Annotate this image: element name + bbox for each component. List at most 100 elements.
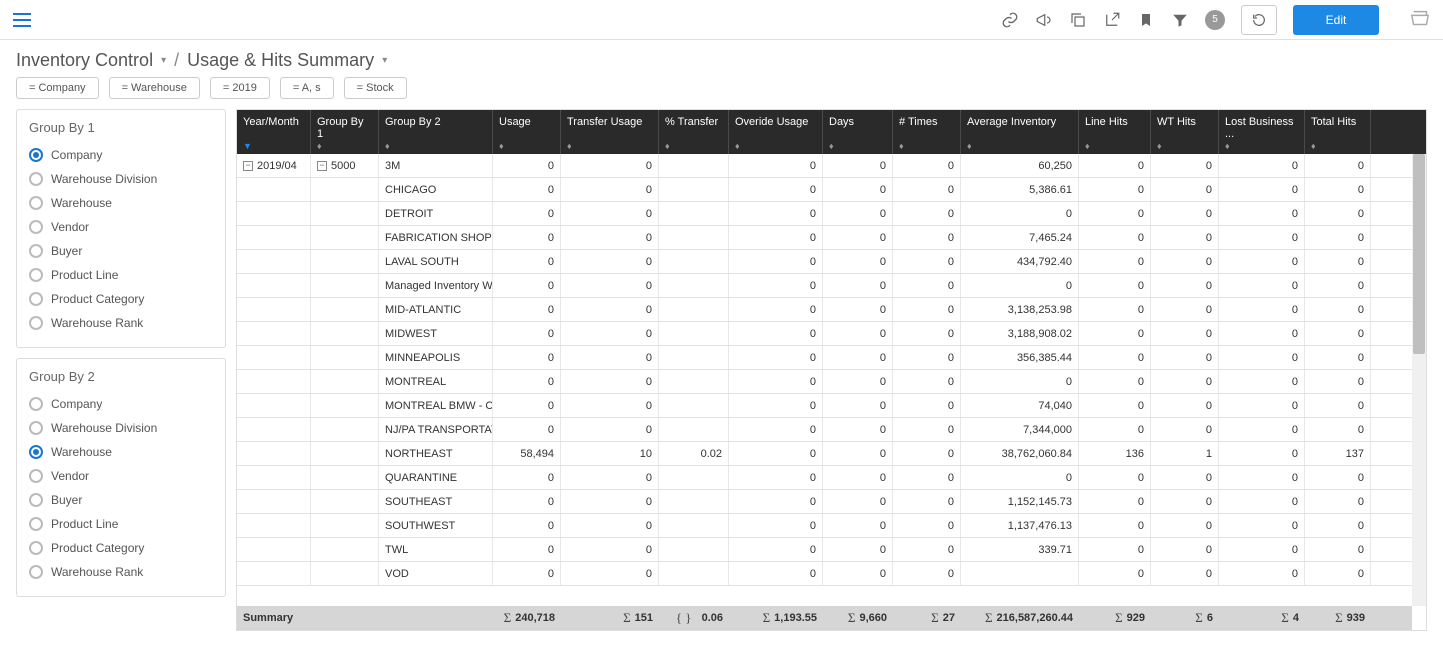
- breadcrumb: Inventory Control▾ / Usage & Hits Summar…: [0, 40, 1443, 77]
- table-row[interactable]: NORTHEAST58,494100.0200038,762,060.84136…: [237, 442, 1426, 466]
- radio-button[interactable]: [29, 445, 43, 459]
- column-header[interactable]: Total Hits♦: [1305, 110, 1371, 154]
- edit-button[interactable]: Edit: [1293, 5, 1379, 35]
- table-row[interactable]: MIDWEST000003,188,908.020000: [237, 322, 1426, 346]
- radio-option[interactable]: Vendor: [29, 215, 213, 239]
- drawer-icon[interactable]: [1409, 8, 1433, 32]
- radio-button[interactable]: [29, 469, 43, 483]
- radio-button[interactable]: [29, 541, 43, 555]
- filter-chip[interactable]: = 2019: [210, 77, 270, 99]
- filter-chip[interactable]: = Company: [16, 77, 99, 99]
- table-cell: 0: [893, 178, 961, 201]
- radio-button[interactable]: [29, 292, 43, 306]
- table-cell: QUARANTINE: [379, 466, 493, 489]
- table-cell: 0: [823, 490, 893, 513]
- table-row[interactable]: TWL00000339.710000: [237, 538, 1426, 562]
- radio-option[interactable]: Company: [29, 143, 213, 167]
- radio-button[interactable]: [29, 517, 43, 531]
- radio-option[interactable]: Warehouse: [29, 440, 213, 464]
- radio-option[interactable]: Warehouse Division: [29, 416, 213, 440]
- radio-option[interactable]: Product Category: [29, 287, 213, 311]
- table-row[interactable]: −2019/04−50003M0000060,2500000: [237, 154, 1426, 178]
- radio-button[interactable]: [29, 316, 43, 330]
- table-cell: 0: [1219, 466, 1305, 489]
- radio-button[interactable]: [29, 172, 43, 186]
- copy-icon[interactable]: [1069, 11, 1087, 29]
- table-cell: 0: [893, 274, 961, 297]
- radio-button[interactable]: [29, 397, 43, 411]
- year-month-link[interactable]: 2019/04: [257, 160, 297, 172]
- column-header[interactable]: Group By 1♦: [311, 110, 379, 154]
- column-header[interactable]: # Times♦: [893, 110, 961, 154]
- collapse-icon[interactable]: −: [317, 161, 327, 171]
- table-row[interactable]: MID-ATLANTIC000003,138,253.980000: [237, 298, 1426, 322]
- radio-option[interactable]: Warehouse: [29, 191, 213, 215]
- export-icon[interactable]: [1103, 11, 1121, 29]
- table-row[interactable]: MONTREAL BMW - CON…0000074,0400000: [237, 394, 1426, 418]
- table-cell: [237, 346, 311, 369]
- column-header[interactable]: Overide Usage♦: [729, 110, 823, 154]
- table-cell: 0: [893, 202, 961, 225]
- filter-count-badge[interactable]: 5: [1205, 10, 1225, 30]
- table-row[interactable]: FABRICATION SHOP000007,465.240000: [237, 226, 1426, 250]
- table-row[interactable]: DETROIT0000000000: [237, 202, 1426, 226]
- column-header[interactable]: Year/Month▼: [237, 110, 311, 154]
- column-header[interactable]: % Transfer♦: [659, 110, 729, 154]
- caret-down-icon[interactable]: ▾: [382, 55, 387, 66]
- radio-button[interactable]: [29, 196, 43, 210]
- radio-button[interactable]: [29, 565, 43, 579]
- radio-option[interactable]: Vendor: [29, 464, 213, 488]
- table-row[interactable]: SOUTHWEST000001,137,476.130000: [237, 514, 1426, 538]
- radio-button[interactable]: [29, 220, 43, 234]
- radio-option[interactable]: Warehouse Division: [29, 167, 213, 191]
- radio-button[interactable]: [29, 421, 43, 435]
- radio-option[interactable]: Product Line: [29, 512, 213, 536]
- caret-down-icon[interactable]: ▾: [161, 55, 166, 66]
- radio-option[interactable]: Product Line: [29, 263, 213, 287]
- filter-chip[interactable]: = A, s: [280, 77, 334, 99]
- table-cell: 0: [729, 490, 823, 513]
- scrollbar-vertical[interactable]: [1412, 154, 1426, 606]
- filter-icon[interactable]: [1171, 11, 1189, 29]
- column-header[interactable]: Days♦: [823, 110, 893, 154]
- radio-option[interactable]: Buyer: [29, 239, 213, 263]
- column-header[interactable]: Average Inventory♦: [961, 110, 1079, 154]
- megaphone-icon[interactable]: [1035, 11, 1053, 29]
- column-header[interactable]: WT Hits♦: [1151, 110, 1219, 154]
- table-row[interactable]: Managed Inventory WH0000000000: [237, 274, 1426, 298]
- radio-option[interactable]: Warehouse Rank: [29, 560, 213, 584]
- radio-button[interactable]: [29, 268, 43, 282]
- filter-chip[interactable]: = Stock: [344, 77, 407, 99]
- table-row[interactable]: LAVAL SOUTH00000434,792.400000: [237, 250, 1426, 274]
- column-header[interactable]: Line Hits♦: [1079, 110, 1151, 154]
- table-cell: 0: [561, 298, 659, 321]
- radio-option[interactable]: Product Category: [29, 536, 213, 560]
- column-header[interactable]: Lost Business ...♦: [1219, 110, 1305, 154]
- radio-option[interactable]: Warehouse Rank: [29, 311, 213, 335]
- table-row[interactable]: QUARANTINE0000000000: [237, 466, 1426, 490]
- link-icon[interactable]: [1001, 11, 1019, 29]
- table-row[interactable]: MONTREAL0000000000: [237, 370, 1426, 394]
- radio-option[interactable]: Company: [29, 392, 213, 416]
- filter-chip[interactable]: = Warehouse: [109, 77, 200, 99]
- column-header[interactable]: Transfer Usage♦: [561, 110, 659, 154]
- radio-button[interactable]: [29, 148, 43, 162]
- hamburger-icon[interactable]: [10, 8, 34, 32]
- collapse-icon[interactable]: −: [243, 161, 253, 171]
- table-row[interactable]: SOUTHEAST000001,152,145.730000: [237, 490, 1426, 514]
- radio-option[interactable]: Buyer: [29, 488, 213, 512]
- table-row[interactable]: MINNEAPOLIS00000356,385.440000: [237, 346, 1426, 370]
- reset-button[interactable]: [1241, 5, 1277, 35]
- breadcrumb-current[interactable]: Usage & Hits Summary: [187, 50, 374, 71]
- radio-button[interactable]: [29, 244, 43, 258]
- column-header[interactable]: Usage♦: [493, 110, 561, 154]
- table-cell: [237, 250, 311, 273]
- table-row[interactable]: VOD000000000: [237, 562, 1426, 586]
- table-row[interactable]: CHICAGO000005,386.610000: [237, 178, 1426, 202]
- table-row[interactable]: NJ/PA TRANSPORTATI…000007,344,0000000: [237, 418, 1426, 442]
- bookmark-icon[interactable]: [1137, 11, 1155, 29]
- breadcrumb-parent[interactable]: Inventory Control: [16, 50, 153, 71]
- scrollbar-thumb[interactable]: [1413, 154, 1425, 354]
- radio-button[interactable]: [29, 493, 43, 507]
- column-header[interactable]: Group By 2♦: [379, 110, 493, 154]
